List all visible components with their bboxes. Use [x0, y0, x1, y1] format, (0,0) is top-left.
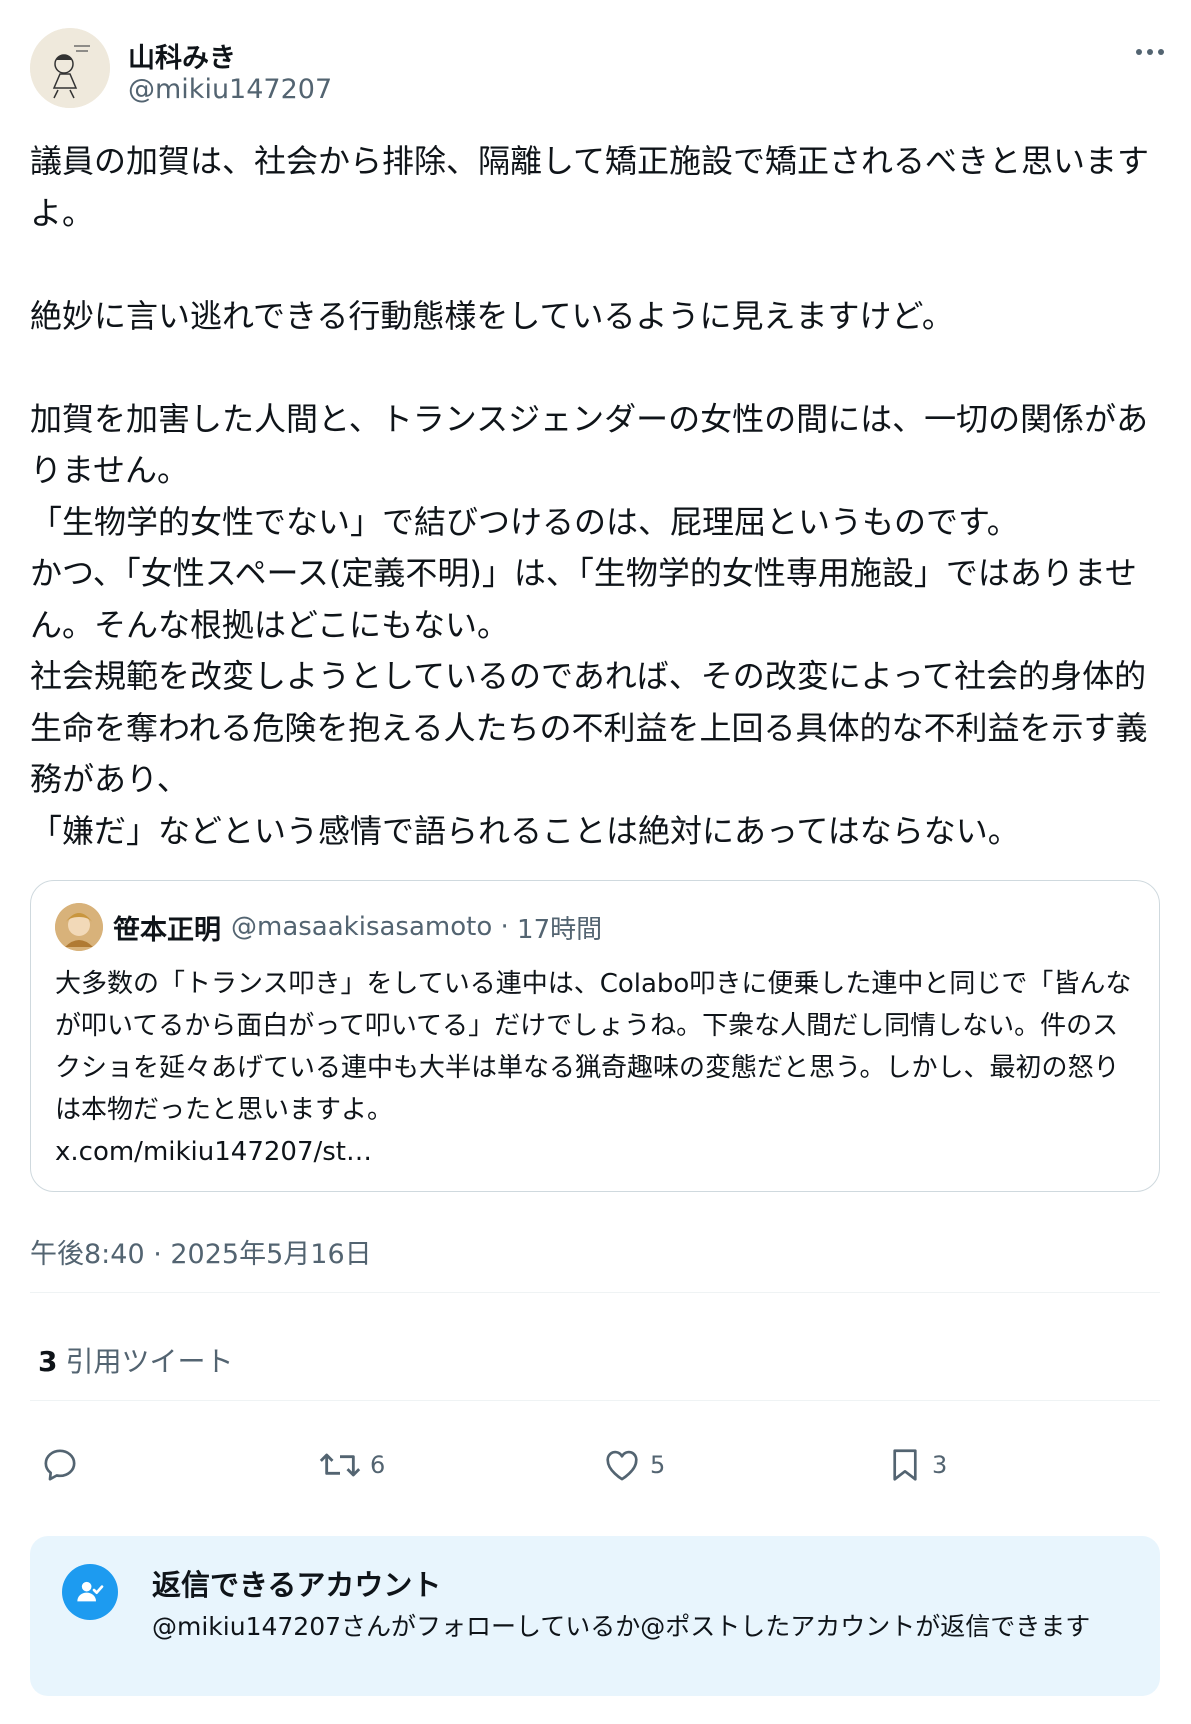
- like-button[interactable]: 5: [602, 1440, 665, 1490]
- tweet-detail-page: 山科みき @mikiu147207 議員の加賀は、社会から排除、隔離して矯正施設…: [0, 0, 1191, 1724]
- quote-tweets-label: 引用ツイート: [65, 1345, 234, 1378]
- bookmark-icon: [893, 1449, 917, 1481]
- reply-button[interactable]: [40, 1440, 80, 1490]
- reply-restriction-title: 返信できるアカウント: [152, 1568, 442, 1602]
- reply-icon: [44, 1449, 76, 1481]
- quoted-tweet-time: 17時間: [517, 914, 603, 945]
- retweet-button[interactable]: 6: [318, 1440, 385, 1490]
- quoted-author-avatar: [55, 903, 103, 951]
- tweet-text: 議員の加賀は、社会から排除、隔離して矯正施設で矯正されるべきと思いますよ。 絶妙…: [30, 142, 1150, 850]
- more-icon: [1136, 49, 1164, 55]
- quoted-tweet-card[interactable]: 笹本正明 @masaakisasamoto · 17時間 大多数の「トランス叩き…: [30, 880, 1160, 1192]
- quoted-tweet-text: 大多数の「トランス叩き」をしている連中は、Colabo叩きに便乗した連中と同じで…: [55, 963, 1135, 1173]
- tweet-timestamp[interactable]: 午後8:40 · 2025年5月16日: [30, 1232, 372, 1271]
- author-avatar[interactable]: [30, 28, 110, 108]
- author-handle[interactable]: @mikiu147207: [128, 74, 332, 105]
- quoted-tweet-header: 笹本正明 @masaakisasamoto · 17時間: [55, 903, 602, 951]
- user-check-icon: [62, 1564, 118, 1620]
- retweet-count: 6: [370, 1451, 386, 1479]
- tweet-header: 山科みき @mikiu147207: [30, 28, 1170, 108]
- like-count: 5: [650, 1451, 666, 1479]
- quoted-tweet-link[interactable]: x.com/mikiu147207/st…: [55, 1137, 372, 1167]
- divider: [30, 1400, 1160, 1401]
- quoted-author-handle: @masaakisasamoto: [231, 912, 493, 942]
- reply-restriction-description: @mikiu147207さんがフォローしているか@ポストしたアカウントが返信でき…: [152, 1612, 1091, 1641]
- quote-tweets-stat[interactable]: 3 引用ツイート: [38, 1340, 234, 1380]
- bookmark-count: 3: [932, 1451, 948, 1479]
- quote-tweets-count: 3: [38, 1345, 58, 1378]
- more-options-button[interactable]: [1130, 38, 1170, 66]
- reply-restriction-notice: 返信できるアカウント @mikiu147207さんがフォローしているか@ポストし…: [30, 1536, 1160, 1696]
- quoted-author-name: 笹本正明: [113, 914, 221, 946]
- divider: [30, 1292, 1160, 1293]
- quoted-tweet-body: 大多数の「トランス叩き」をしている連中は、Colabo叩きに便乗した連中と同じで…: [55, 969, 1132, 1125]
- heart-icon: [606, 1450, 638, 1481]
- quoted-meta-separator: ·: [492, 912, 518, 942]
- retweet-icon: [319, 1453, 361, 1477]
- author-name[interactable]: 山科みき: [128, 36, 236, 75]
- bookmark-button[interactable]: 3: [886, 1440, 947, 1490]
